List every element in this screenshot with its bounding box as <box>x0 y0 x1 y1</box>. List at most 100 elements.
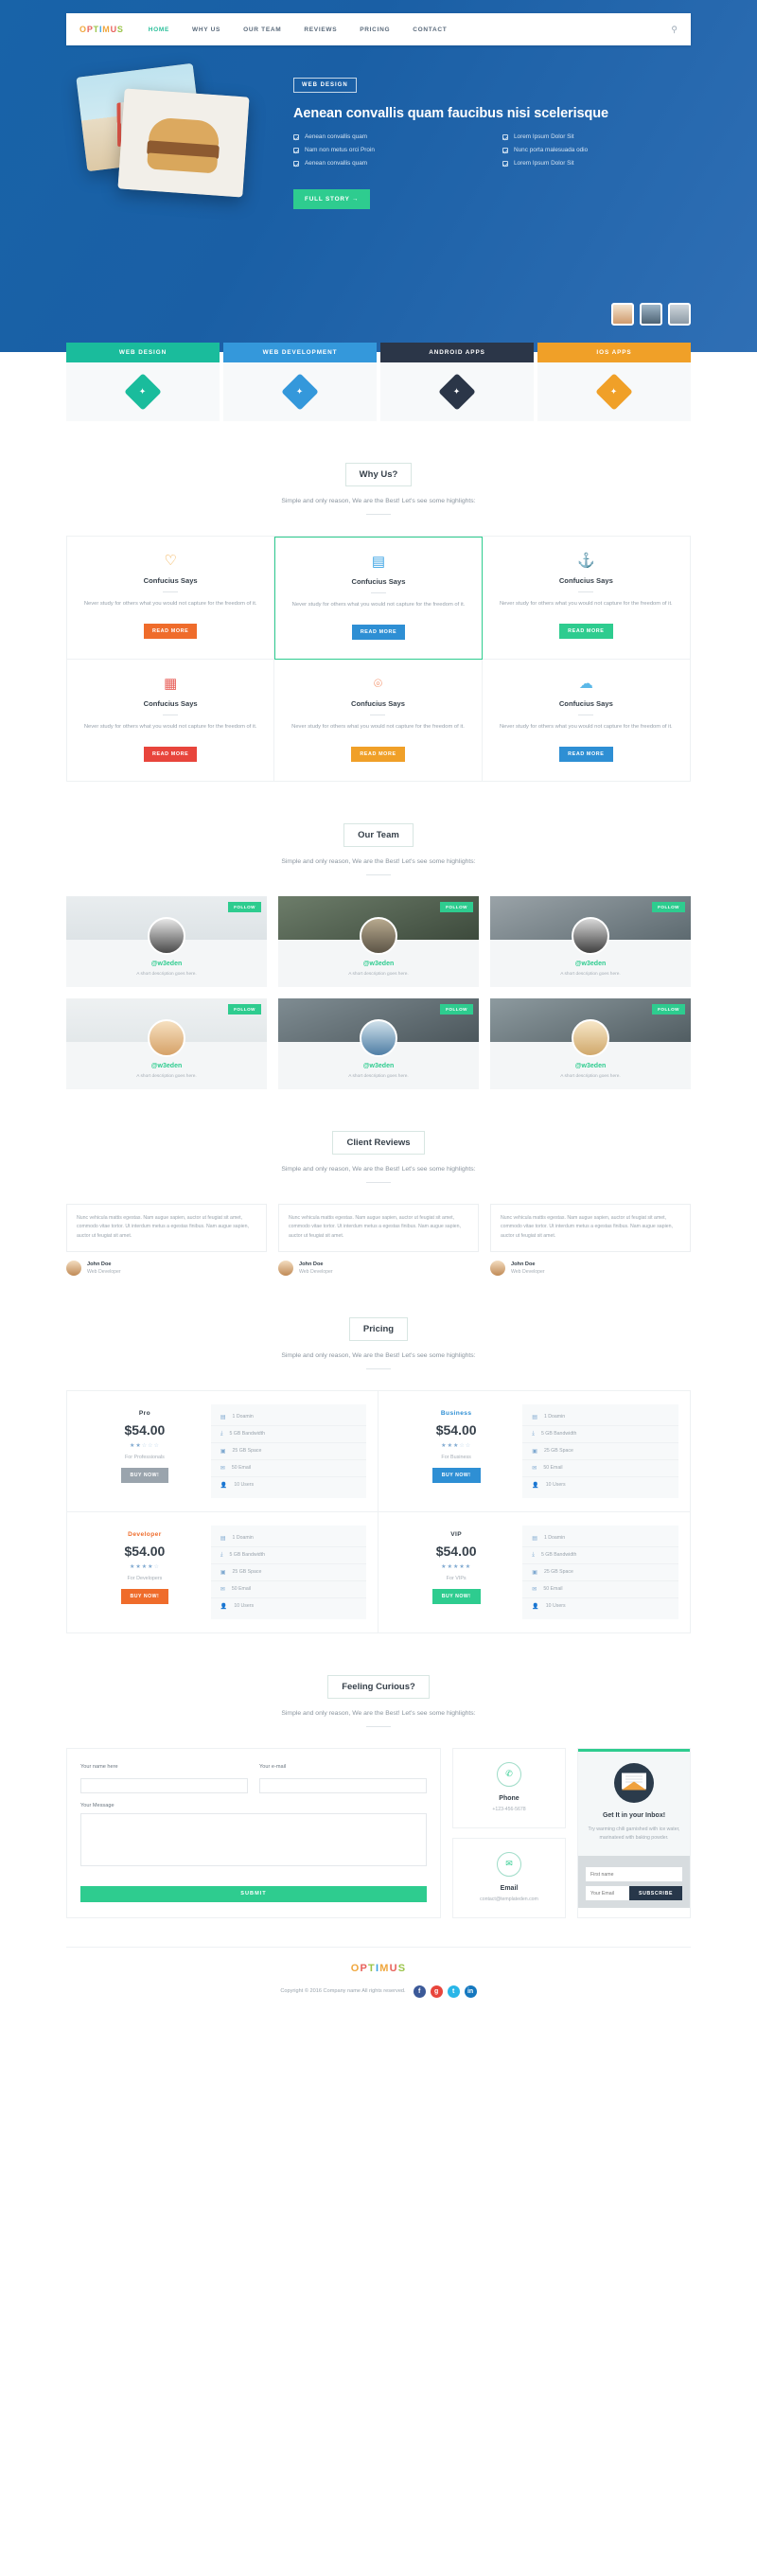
hero-list-text: Nam non metus orci Proin <box>305 147 375 153</box>
avatar[interactable] <box>611 303 634 326</box>
search-icon[interactable]: ⚲ <box>671 25 678 35</box>
plan-price: $54.00 <box>124 1543 166 1559</box>
hero-list-text: Lorem Ipsum Dolor Sit <box>514 133 574 140</box>
avatar <box>148 916 185 955</box>
avatar[interactable] <box>668 303 691 326</box>
newsletter-email-input[interactable] <box>586 1886 630 1901</box>
plan-feature-label: 25 GB Space <box>543 1569 573 1576</box>
hero-list-text: Aenean convallis quam <box>305 133 368 140</box>
footer-logo[interactable]: OPTIMUS <box>66 1963 691 1974</box>
follow-button[interactable]: FOLLOW <box>440 1003 473 1015</box>
read-more-button[interactable]: READ MORE <box>143 746 198 762</box>
plan-rating-stars: ★★★★★ <box>441 1563 472 1570</box>
newsletter-email-row: SUBSCRIBE <box>586 1886 682 1901</box>
email-icon: ✉ <box>220 1465 225 1472</box>
plan-feature: ⤓ 5 GB Bandwidth <box>210 1426 366 1443</box>
buy-now-button[interactable]: BUY NOW! <box>120 1588 169 1604</box>
section-subtitle: Simple and only reason, We are the Best!… <box>281 498 476 504</box>
plan-feature: ▣ 25 GB Space <box>522 1564 678 1581</box>
read-more-button[interactable]: READ MORE <box>351 624 406 640</box>
plan-feature: ▤ 1 Doamin <box>522 1530 678 1547</box>
follow-button[interactable]: FOLLOW <box>652 901 685 912</box>
read-more-button[interactable]: READ MORE <box>559 623 613 639</box>
newsletter-firstname-input[interactable] <box>586 1867 682 1882</box>
buy-now-button[interactable]: BUY NOW! <box>431 1467 481 1483</box>
contact-info-value[interactable]: contact@templateden.com <box>461 1897 557 1902</box>
buy-now-button[interactable]: BUY NOW! <box>431 1588 481 1604</box>
review-card: Nunc vehicula mattis egestas. Nam augue … <box>490 1203 691 1276</box>
section-title: Feeling Curious? <box>327 1674 430 1699</box>
service-tab[interactable]: WEB DESIGN ✦ <box>66 343 220 421</box>
pricing-plan: Pro $54.00 ★★☆☆☆ For Professionals BUY NOW! ▤… <box>67 1390 378 1512</box>
feature-card-title: Confucius Says <box>351 698 405 708</box>
plan-audience: For Professionals <box>124 1454 165 1460</box>
read-more-button[interactable]: READ MORE <box>143 623 198 639</box>
name-input[interactable] <box>80 1777 248 1793</box>
reviews-header: Client Reviews Simple and only reason, W… <box>66 1089 691 1183</box>
check-icon <box>293 147 299 153</box>
plan-feature: 👤 10 Users <box>211 1598 366 1614</box>
feature-card: ⌾ Confucius Says Never study for others wh… <box>274 659 483 781</box>
pricing-plan: Business $54.00 ★★★☆☆ For Business BUY NOW! ▤… <box>378 1391 690 1512</box>
nav-link-contact[interactable]: CONTACT <box>413 26 447 33</box>
plan-feature: 👤 10 Users <box>522 1477 678 1493</box>
contact-info-value[interactable]: +123-456-5678 <box>461 1807 557 1812</box>
plan-feature-label: 10 Users <box>545 1482 566 1489</box>
email-input[interactable] <box>259 1777 427 1793</box>
hero-title: Aenean convallis quam faucibus nisi scel… <box>293 106 608 121</box>
nav-link-pricing[interactable]: PRICING <box>360 26 390 33</box>
team-member-description: A short description goes here. <box>136 971 197 977</box>
plan-feature: ▤ 1 Doamin <box>210 1409 366 1426</box>
google-plus-icon[interactable]: g <box>430 1985 443 1998</box>
subscribe-button[interactable]: SUBSCRIBE <box>629 1886 682 1901</box>
message-textarea[interactable] <box>80 1812 427 1866</box>
nav-link-home[interactable]: HOME <box>149 26 169 33</box>
avatar <box>572 1018 609 1057</box>
follow-button[interactable]: FOLLOW <box>440 901 473 912</box>
linkedin-icon[interactable]: in <box>464 1985 477 1998</box>
service-tab[interactable]: IOS APPS ✦ <box>537 343 691 421</box>
review-author-name: John Doe <box>299 1261 324 1267</box>
facebook-icon[interactable]: f <box>413 1985 426 1998</box>
read-more-button[interactable]: READ MORE <box>351 746 405 762</box>
avatar <box>572 916 609 955</box>
review-author-role: Web Developer <box>299 1268 333 1275</box>
contact-info-list: ✆ Phone +123-456-5678 ✉ Email contact@templat… <box>452 1747 566 1918</box>
contact-info-title: Phone <box>499 1794 519 1802</box>
team-member-handle[interactable]: @w3eden <box>66 961 267 967</box>
team-member-handle[interactable]: @w3eden <box>490 961 691 967</box>
brand-logo[interactable]: OPTIMUS <box>79 25 124 34</box>
team-member-handle[interactable]: @w3eden <box>278 1063 479 1069</box>
nav-link-why-us[interactable]: WHY US <box>192 26 220 33</box>
cloud-icon: ☁ <box>578 675 593 692</box>
plan-feature: ⤓ 5 GB Bandwidth <box>522 1547 678 1564</box>
section-subtitle: Simple and only reason, We are the Best!… <box>281 1709 476 1717</box>
message-label: Your Message <box>80 1802 114 1808</box>
anchor-icon: ⚓ <box>576 553 595 569</box>
avatar[interactable] <box>640 303 662 326</box>
team-member-handle[interactable]: @w3eden <box>490 1063 691 1069</box>
plan-rating-stars: ★★★☆☆ <box>441 1442 472 1449</box>
plan-feature-label: 25 GB Space <box>543 1448 573 1455</box>
team-member-handle[interactable]: @w3eden <box>66 1063 267 1069</box>
team-member-handle[interactable]: @w3eden <box>278 961 479 967</box>
plan-name: Pro <box>138 1409 151 1417</box>
plan-feature-label: 5 GB Bandwidth <box>540 1431 577 1438</box>
twitter-icon[interactable]: t <box>447 1985 460 1998</box>
domain-icon: ▤ <box>220 1535 226 1542</box>
nav-link-our-team[interactable]: OUR TEAM <box>243 26 281 33</box>
plan-feature: ▤ 1 Doamin <box>210 1530 366 1547</box>
follow-button[interactable]: FOLLOW <box>228 1003 261 1015</box>
users-icon: 👤 <box>220 1603 228 1610</box>
nav-link-reviews[interactable]: REVIEWS <box>304 26 337 33</box>
form-row: Your name here Your e-mail <box>80 1764 427 1803</box>
follow-button[interactable]: FOLLOW <box>652 1003 685 1015</box>
buy-now-button[interactable]: BUY NOW! <box>120 1467 169 1483</box>
read-more-button[interactable]: READ MORE <box>559 746 613 762</box>
service-tabs: WEB DESIGN ✦ WEB DEVELOPMENT ✦ ANDROID APPS ✦… <box>66 343 691 421</box>
follow-button[interactable]: FOLLOW <box>228 901 261 912</box>
service-tab[interactable]: WEB DEVELOPMENT ✦ <box>223 343 377 421</box>
service-tab[interactable]: ANDROID APPS ✦ <box>380 343 534 421</box>
submit-button[interactable]: SUBMIT <box>80 1885 427 1902</box>
full-story-button[interactable]: FULL STORY → <box>293 189 371 209</box>
